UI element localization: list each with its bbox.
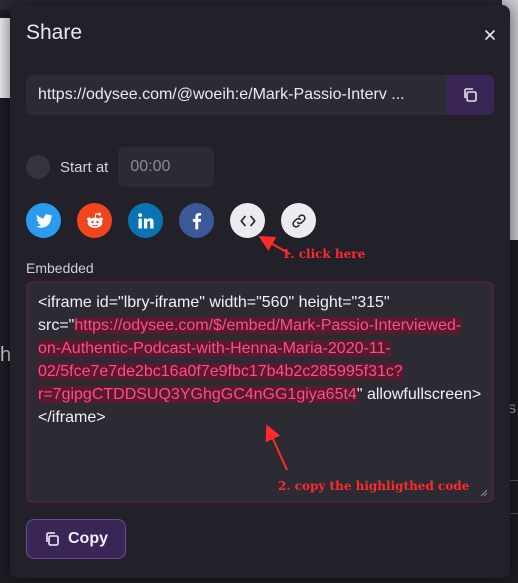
share-url-input[interactable]: https://odysee.com/@woeih:e/Mark-Passio-… bbox=[26, 75, 446, 115]
close-button[interactable] bbox=[482, 27, 498, 43]
facebook-share-button[interactable] bbox=[179, 203, 214, 238]
share-social-row bbox=[26, 203, 332, 238]
twitter-icon bbox=[35, 213, 53, 228]
background-thumbnail bbox=[0, 18, 10, 98]
embedded-label: Embedded bbox=[26, 260, 94, 276]
embed-code-button[interactable] bbox=[230, 203, 265, 238]
copy-button-label: Copy bbox=[68, 530, 108, 547]
linkedin-icon bbox=[137, 212, 153, 228]
copy-link-button[interactable] bbox=[281, 203, 316, 238]
share-url-row: https://odysee.com/@woeih:e/Mark-Passio-… bbox=[26, 75, 494, 115]
reddit-share-button[interactable] bbox=[77, 203, 112, 238]
annotation-step-1: 1. click here bbox=[282, 247, 366, 261]
link-icon bbox=[291, 213, 306, 228]
twitter-share-button[interactable] bbox=[26, 203, 61, 238]
start-at-label: Start at bbox=[60, 158, 109, 176]
modal-title: Share bbox=[26, 21, 83, 44]
reddit-icon bbox=[86, 212, 103, 228]
facebook-icon bbox=[192, 212, 201, 229]
copy-icon bbox=[464, 88, 477, 102]
start-time-input[interactable]: 00:00 bbox=[118, 147, 215, 187]
code-icon bbox=[239, 215, 256, 226]
start-at-checkbox[interactable] bbox=[26, 155, 50, 179]
resize-grip-icon[interactable] bbox=[480, 489, 488, 497]
copy-embed-button[interactable]: Copy bbox=[26, 519, 126, 559]
annotation-step-2: 2. copy the highligthed code bbox=[278, 479, 470, 493]
start-at-row: Start at 00:00 bbox=[26, 147, 215, 187]
close-icon bbox=[485, 30, 495, 40]
linkedin-share-button[interactable] bbox=[128, 203, 163, 238]
embed-code-textarea[interactable]: <iframe id="lbry-iframe" width="560" hei… bbox=[26, 281, 494, 503]
copy-url-button[interactable] bbox=[446, 75, 494, 115]
copy-icon bbox=[46, 532, 59, 546]
